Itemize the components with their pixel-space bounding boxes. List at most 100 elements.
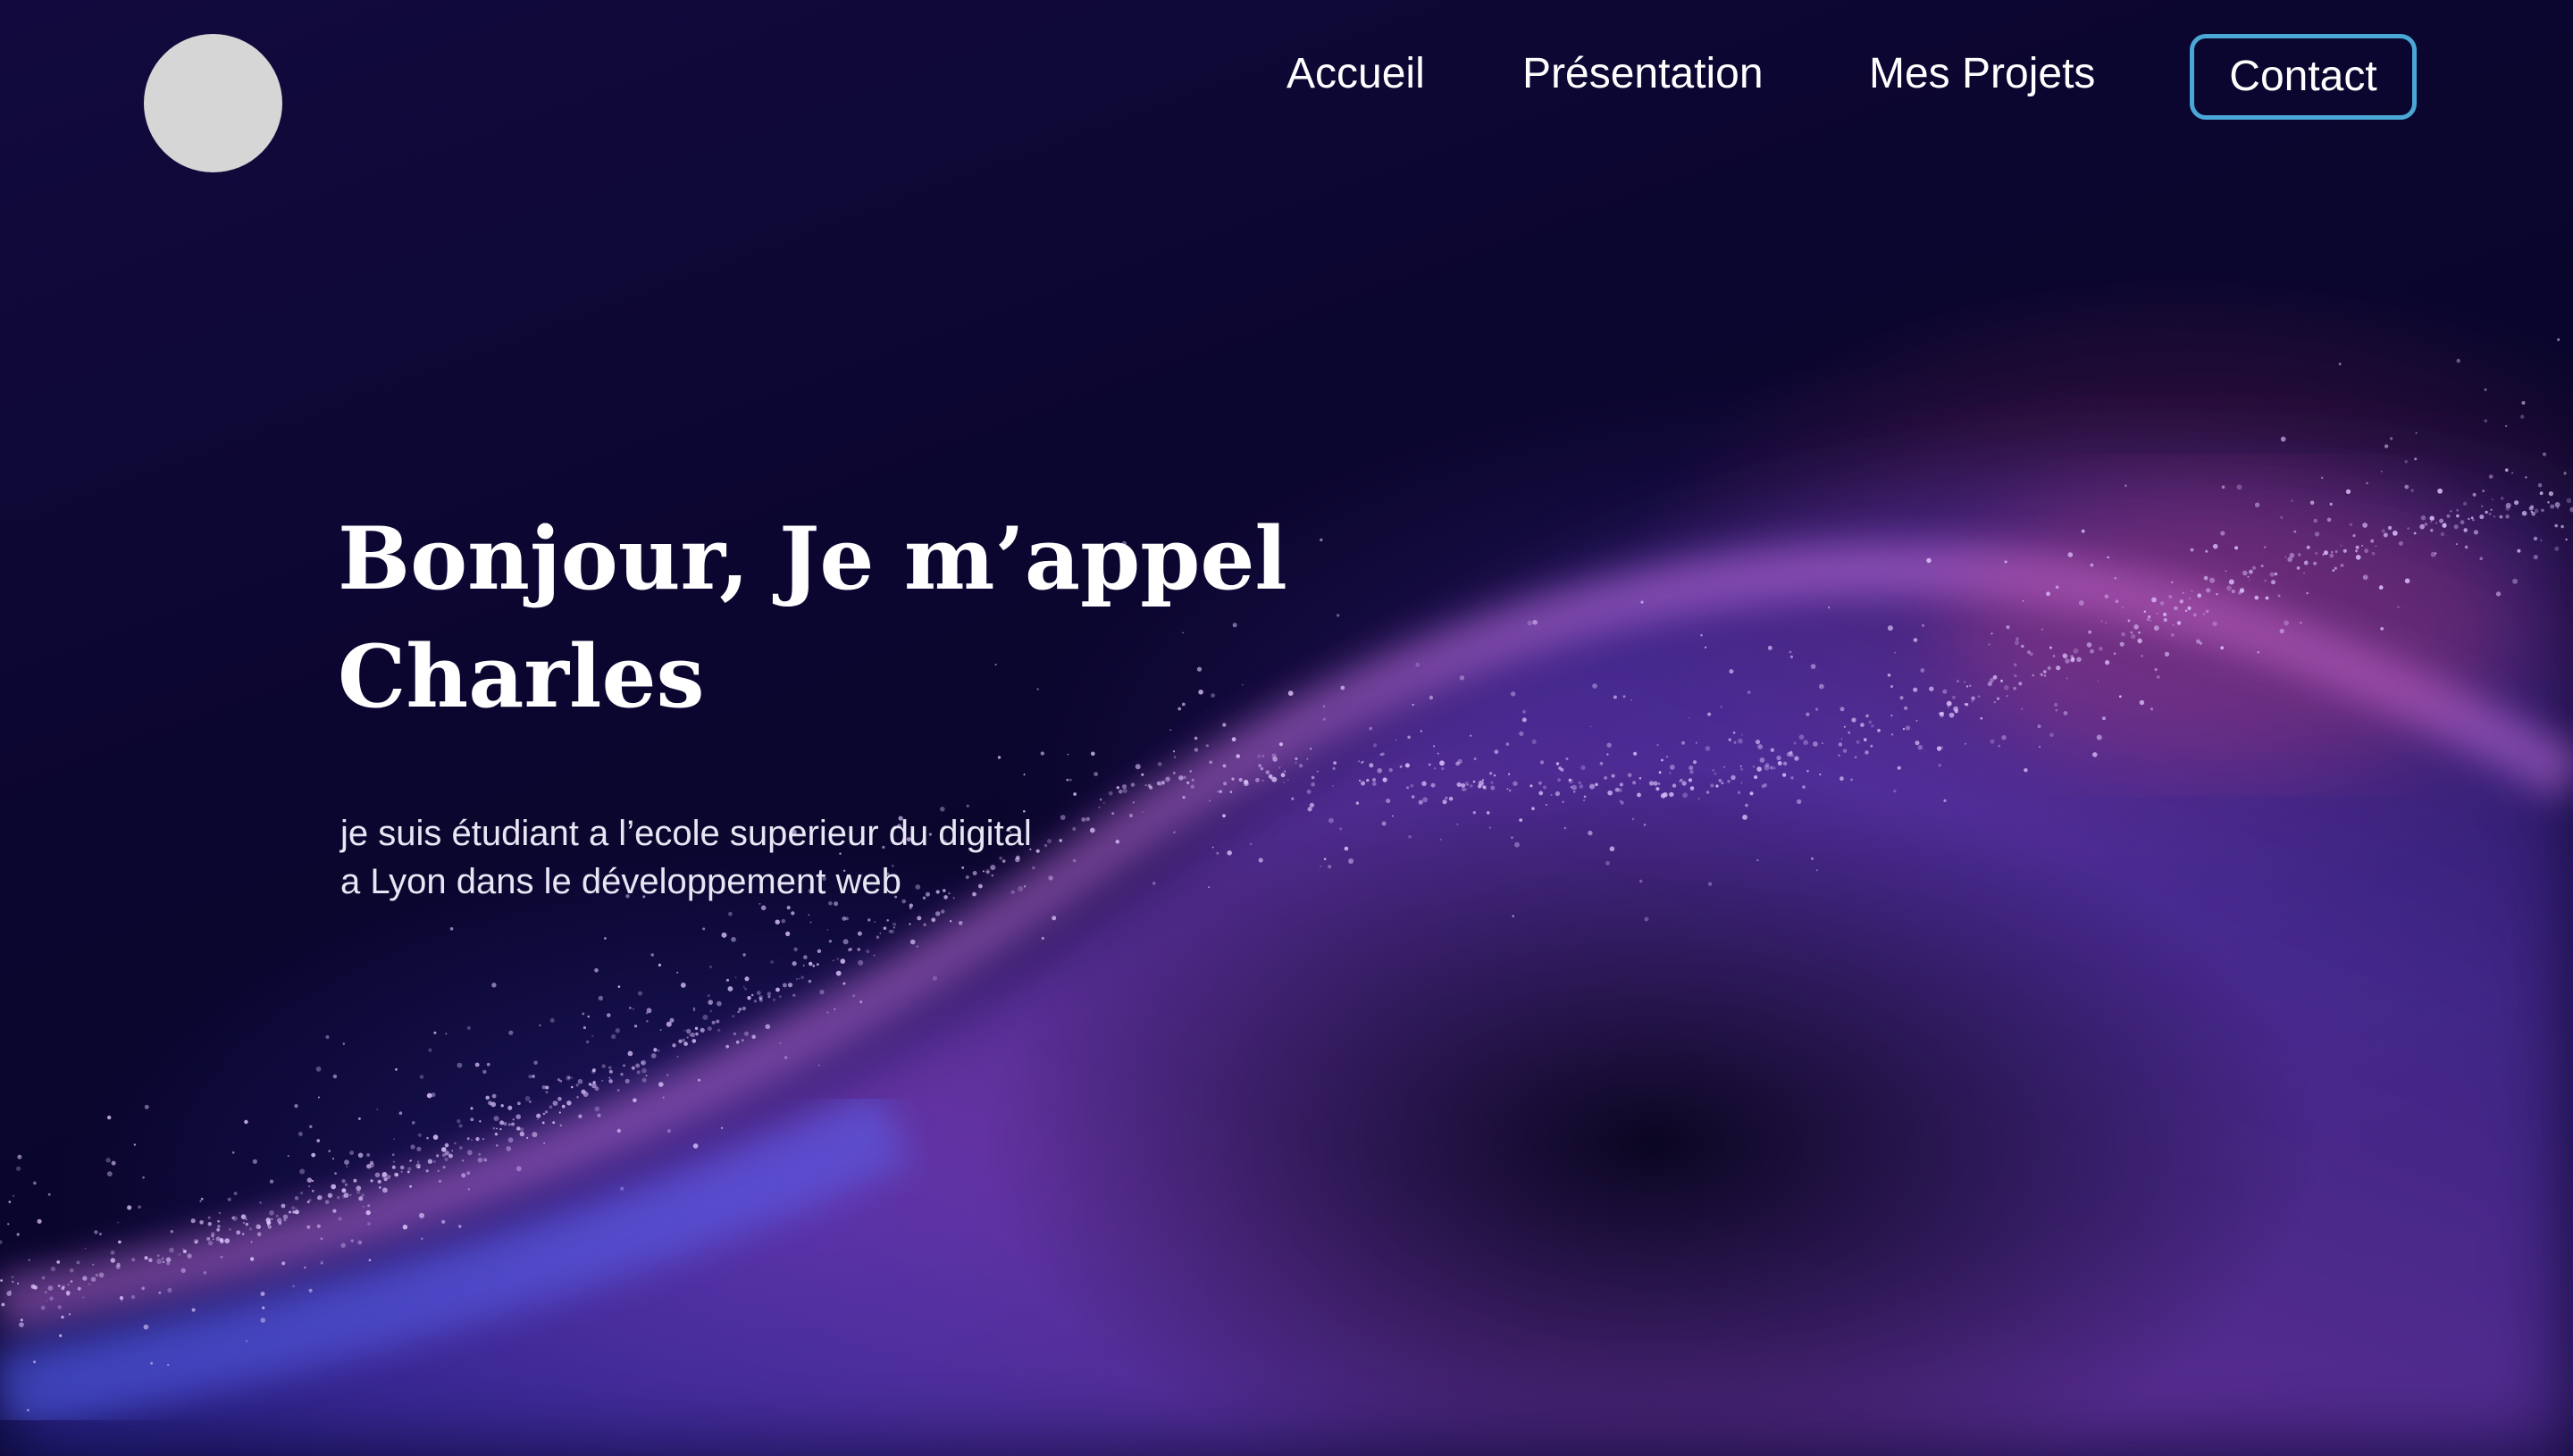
particle-dot — [1382, 777, 1387, 782]
particle-dot — [1773, 766, 1776, 770]
particle-dot — [1307, 807, 1312, 812]
particle-dot — [1757, 744, 1763, 749]
particle-dot — [496, 1144, 499, 1147]
particle-dot — [817, 949, 822, 954]
particle-dot — [1404, 763, 1410, 768]
particle-dot — [840, 958, 846, 964]
nav-link-accueil[interactable]: Accueil — [1286, 34, 1425, 120]
particle-dot — [1737, 791, 1741, 794]
particle-dot — [1644, 916, 1649, 922]
particle-dot — [110, 1250, 115, 1255]
particle-dot — [294, 1104, 298, 1109]
particle-dot — [98, 1272, 105, 1278]
particle-dot — [1222, 764, 1227, 768]
particle-dot — [260, 1292, 265, 1296]
particle-dot — [2404, 484, 2410, 490]
particle-dot — [2137, 638, 2142, 644]
particle-dot — [1633, 751, 1638, 756]
particle-dot — [1856, 740, 1860, 744]
particle-dot — [650, 953, 654, 957]
particle-dot — [1386, 799, 1391, 804]
particle-dot — [2154, 668, 2158, 672]
particle-dot — [376, 1109, 379, 1110]
particle-dot — [1894, 651, 1896, 654]
particle-dot — [1622, 695, 1626, 699]
particle-dot — [744, 1031, 749, 1036]
particle-dot — [1732, 732, 1736, 734]
particle-dot — [2073, 648, 2079, 654]
particle-dot — [1739, 765, 1742, 768]
particle-dot — [2216, 593, 2218, 596]
particle-dot — [1840, 776, 1844, 782]
particle-dot — [1311, 782, 1316, 787]
particle-dot — [1236, 754, 1240, 758]
particle-dot — [2470, 516, 2474, 520]
particle-dot — [2537, 482, 2543, 488]
particle-dot — [458, 1225, 462, 1228]
nav-link-presentation[interactable]: Présentation — [1522, 34, 1764, 120]
particle-dot — [728, 911, 733, 916]
particle-dot — [1483, 786, 1488, 790]
particle-dot — [1998, 744, 2001, 748]
particle-dot — [508, 1030, 514, 1035]
particle-dot — [686, 1036, 689, 1039]
particle-dot — [1178, 775, 1184, 781]
particle-dot — [2151, 597, 2157, 603]
particle-dot — [2521, 401, 2526, 405]
particle-dot — [1457, 758, 1463, 765]
particle-dot — [858, 959, 864, 966]
particle-dot — [68, 1313, 71, 1316]
particle-dot — [1850, 778, 1853, 782]
particle-dot — [2221, 485, 2225, 489]
particle-dot — [669, 1017, 675, 1023]
particle-dot — [1669, 772, 1672, 774]
particle-dot — [1680, 778, 1683, 782]
particle-dot — [65, 1291, 71, 1295]
particle-dot — [2022, 600, 2024, 602]
particle-dot — [1298, 764, 1303, 768]
particle-dot — [711, 1020, 716, 1025]
particle-dot — [2512, 578, 2519, 584]
particle-dot — [494, 1133, 499, 1136]
particle-dot — [2164, 651, 2170, 657]
particle-dot — [1508, 789, 1512, 792]
particle-dot — [2013, 663, 2017, 667]
particle-dot — [1272, 757, 1278, 762]
particle-dot — [1639, 879, 1643, 883]
particle-dot — [1428, 763, 1431, 766]
particle-dot — [1838, 754, 1840, 757]
particle-dot — [634, 1025, 638, 1028]
particle-dot — [1359, 779, 1362, 782]
particle-dot — [1589, 725, 1592, 728]
particle-dot — [1328, 817, 1334, 824]
particle-dot — [658, 1050, 660, 1052]
particle-dot — [1041, 936, 1044, 940]
particle-dot — [2184, 609, 2188, 613]
particle-dot — [1794, 756, 1799, 761]
particle-dot — [1423, 782, 1426, 784]
particle-dot — [1439, 839, 1442, 841]
particle-dot — [341, 1179, 346, 1184]
particle-dot — [2041, 628, 2044, 631]
particle-dot — [1860, 723, 1865, 727]
particle-dot — [180, 1268, 186, 1274]
particle-dot — [2188, 597, 2192, 600]
particle-dot — [106, 1171, 113, 1176]
particle-dot — [1442, 799, 1447, 805]
particle-dot — [1913, 638, 1918, 642]
contact-button[interactable]: Contact — [2190, 34, 2417, 120]
particle-dot — [1793, 741, 1797, 745]
logo-avatar[interactable] — [144, 34, 282, 172]
particle-dot — [836, 958, 839, 960]
particle-dot — [1437, 752, 1439, 755]
particle-dot — [932, 975, 937, 981]
particle-dot — [2397, 606, 2400, 608]
particle-dot — [421, 1237, 423, 1241]
particle-dot — [1558, 766, 1563, 770]
particle-dot — [1589, 783, 1595, 790]
nav-link-projets[interactable]: Mes Projets — [1869, 34, 2095, 120]
particle-dot — [571, 1085, 574, 1089]
particle-dot — [1798, 734, 1805, 740]
particle-dot — [425, 1169, 429, 1173]
particle-dot — [400, 1170, 403, 1173]
